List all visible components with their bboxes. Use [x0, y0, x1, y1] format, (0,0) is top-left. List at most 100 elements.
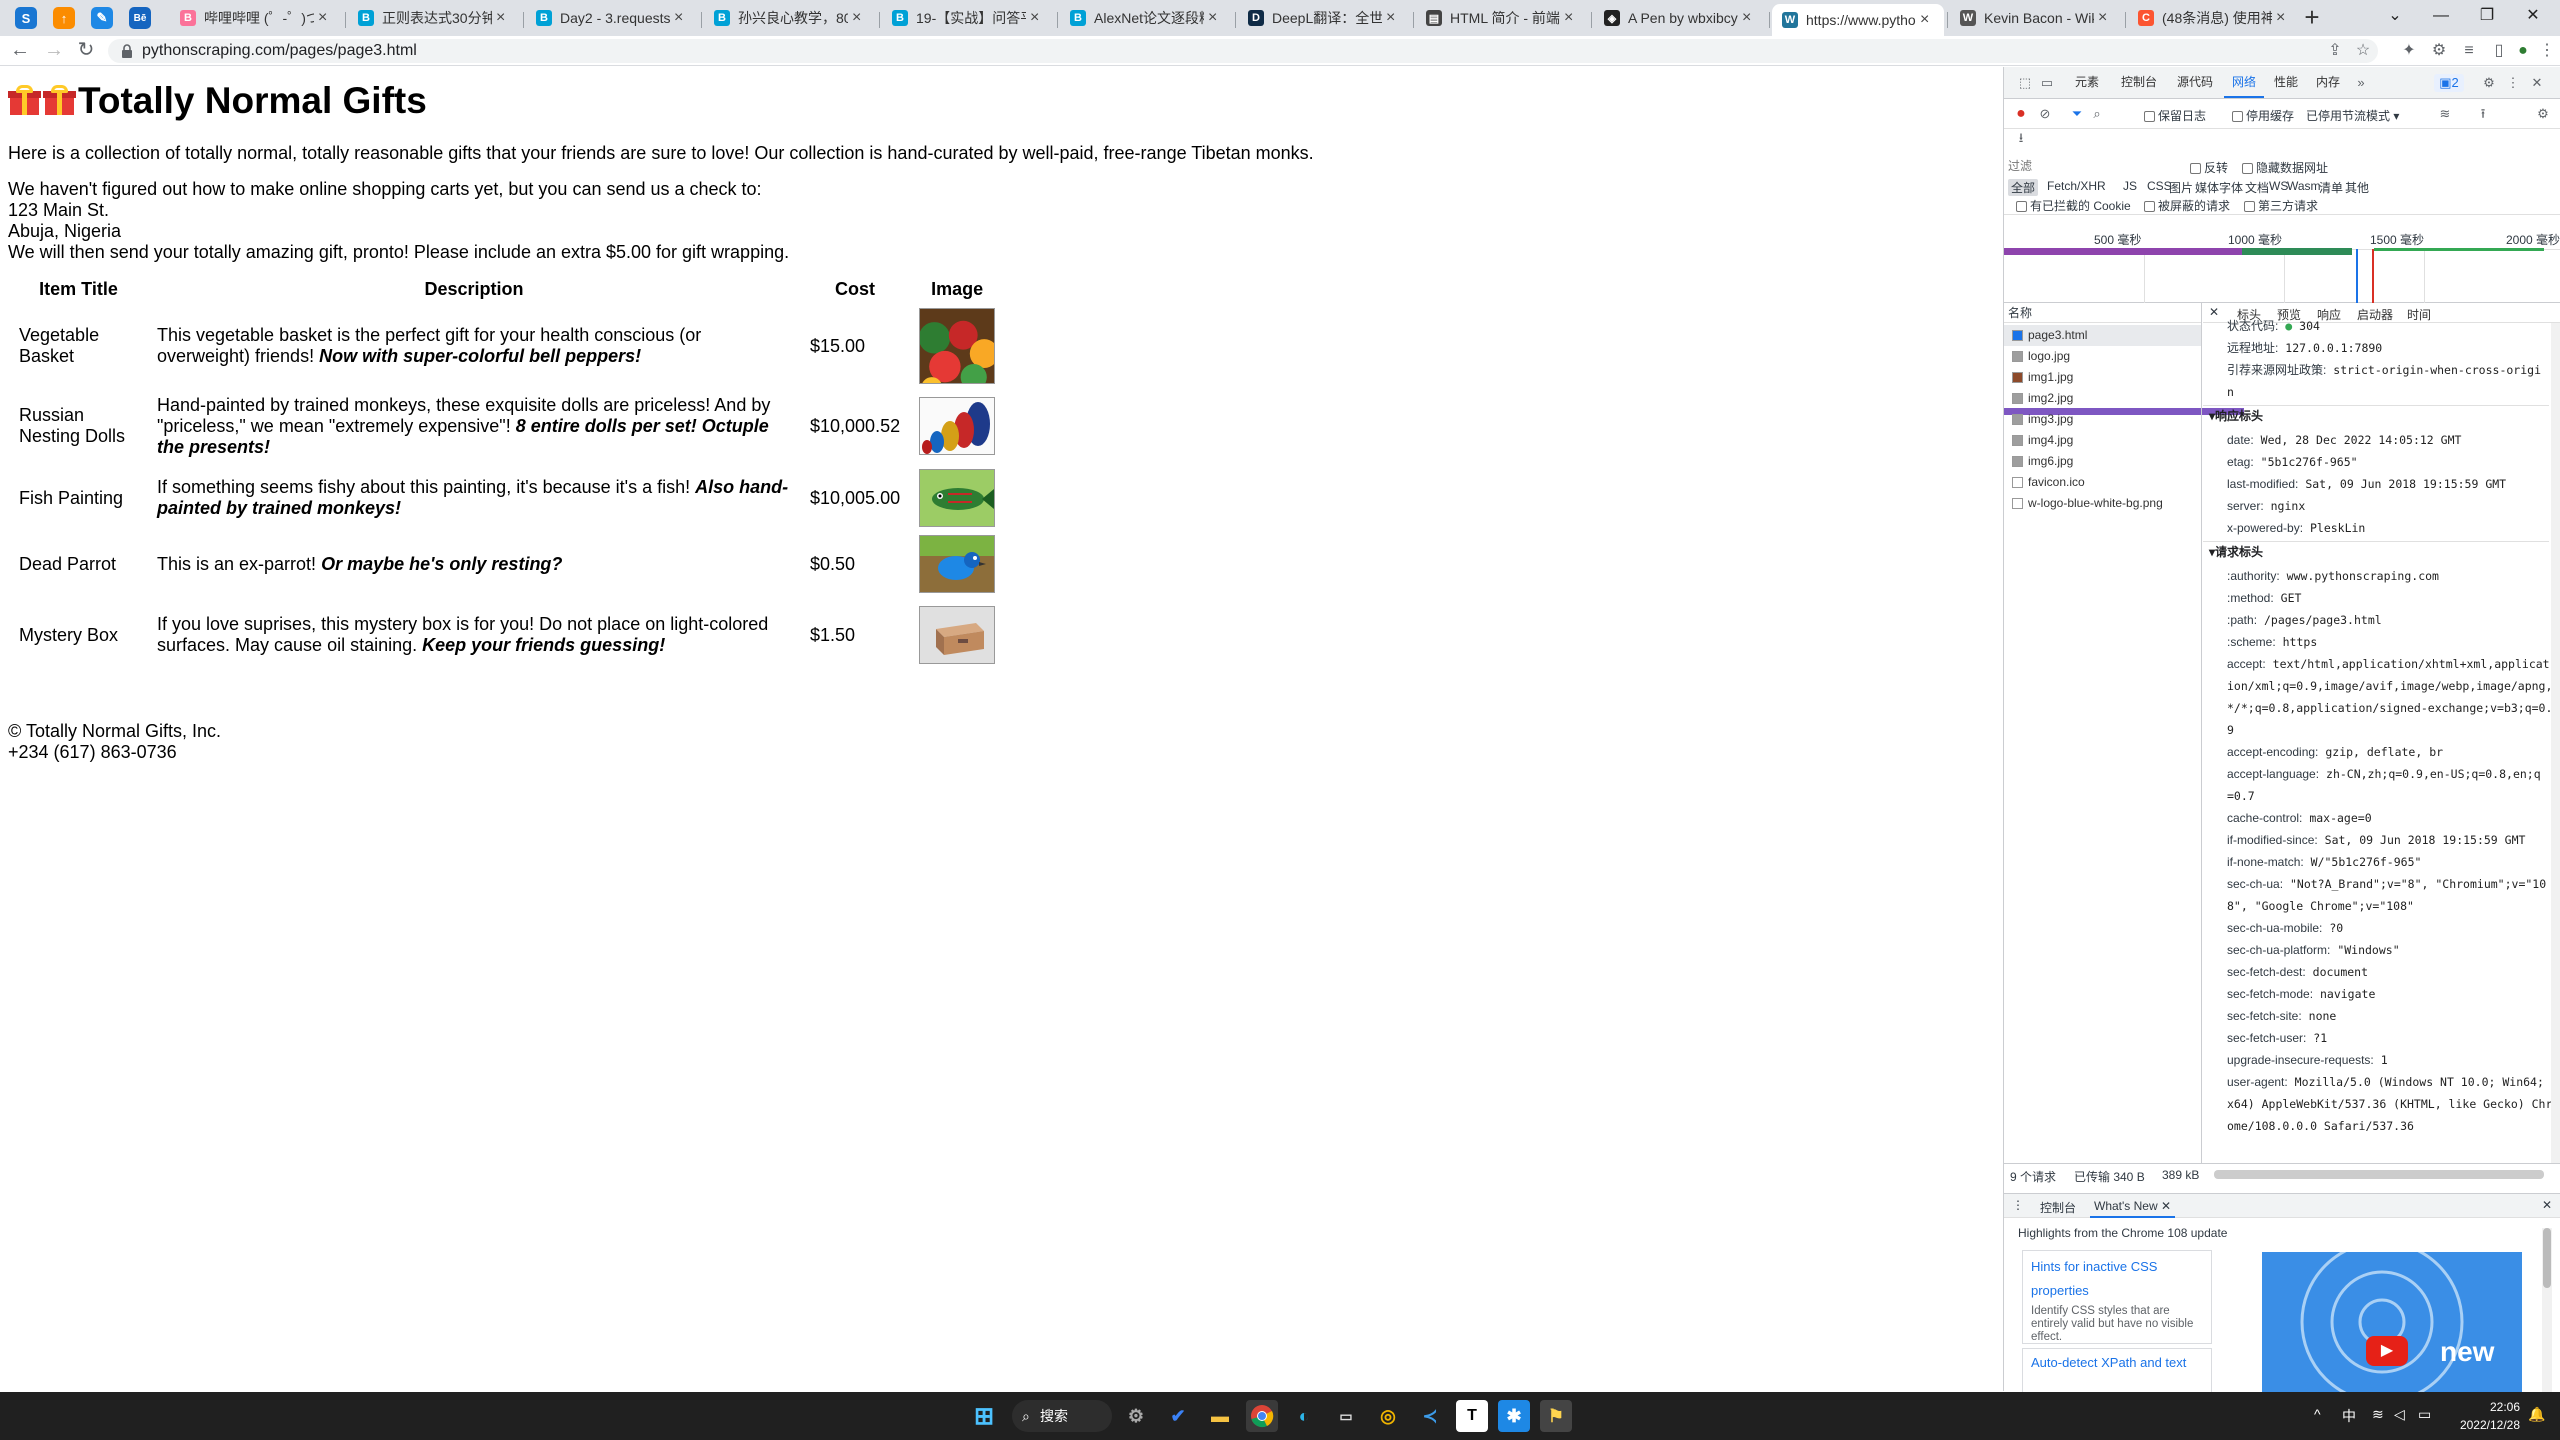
- vscode-app-icon[interactable]: ≺: [1414, 1400, 1446, 1432]
- wifi-icon[interactable]: ≋: [2372, 1406, 2384, 1423]
- devtools-tab-elements[interactable]: 元素: [2064, 67, 2110, 98]
- close-tab-icon[interactable]: ✕: [2161, 1199, 2171, 1213]
- resource-type-filter[interactable]: 全部: [2008, 179, 2039, 196]
- detail-tab-timing[interactable]: 时间: [2407, 306, 2431, 323]
- drawer-scrollbar[interactable]: [2542, 1228, 2552, 1392]
- tab-search-button[interactable]: ⌄: [2372, 2, 2418, 32]
- browser-tab[interactable]: D DeepL翻译：全世界×: [1238, 4, 1410, 32]
- throttle-select[interactable]: 已停用节流模式 ▾: [2306, 107, 2399, 124]
- preserve-log-checkbox[interactable]: 保留日志: [2144, 107, 2206, 124]
- devtools-tab-console[interactable]: 控制台: [2112, 67, 2166, 98]
- address-bar[interactable]: pythonscraping.com/pages/page3.html ⇪ ☆: [108, 39, 2378, 63]
- bookmark-star-icon[interactable]: ☆: [2352, 40, 2374, 62]
- resource-type-filter[interactable]: 其他: [2342, 179, 2372, 196]
- profile-avatar-icon[interactable]: ●: [2512, 40, 2534, 62]
- browser-tab[interactable]: ◈ A Pen by wbxibcy ×: [1594, 4, 1766, 32]
- pinned-tab-notes[interactable]: ✎: [88, 4, 116, 32]
- network-request-row[interactable]: img3.jpg: [2004, 409, 2201, 430]
- drawer-tab-console[interactable]: 控制台: [2040, 1199, 2076, 1216]
- restore-button[interactable]: ❐: [2464, 2, 2510, 32]
- devtools-tab-memory[interactable]: 内存: [2308, 67, 2348, 98]
- browser-tab[interactable]: Whttps://www.python ×: [1772, 4, 1944, 36]
- network-overview-timeline[interactable]: 500 毫秒 1000 毫秒 1500 毫秒 2000 毫秒: [2004, 227, 2560, 415]
- issues-badge[interactable]: ▣2: [2434, 74, 2464, 92]
- blocked-requests-checkbox[interactable]: 被屏蔽的请求: [2144, 197, 2230, 214]
- close-tab-icon[interactable]: ×: [1564, 9, 1578, 27]
- devtools-tab-network[interactable]: 网络: [2224, 67, 2264, 98]
- close-tab-icon[interactable]: ×: [1030, 9, 1044, 27]
- record-icon[interactable]: ●: [2012, 105, 2030, 123]
- kebab-menu-icon[interactable]: ⋮: [2504, 74, 2522, 92]
- inspect-element-icon[interactable]: ⬚: [2016, 74, 2034, 92]
- whats-new-card[interactable]: Hints for inactive CSS properties Identi…: [2022, 1250, 2212, 1344]
- close-window-button[interactable]: ✕: [2510, 2, 2556, 32]
- device-toolbar-icon[interactable]: ▭: [2038, 74, 2056, 92]
- resource-type-filter[interactable]: JS: [2120, 179, 2140, 193]
- network-request-row[interactable]: favicon.ico: [2004, 472, 2201, 493]
- extensions-icon[interactable]: ✦: [2398, 40, 2420, 62]
- battery-icon[interactable]: ▭: [2418, 1406, 2431, 1423]
- file-explorer-icon[interactable]: ▬: [1204, 1400, 1236, 1432]
- network-conditions-icon[interactable]: ≋: [2436, 105, 2454, 123]
- forward-arrow-icon[interactable]: →: [42, 39, 66, 63]
- anaconda-app-icon[interactable]: ◎: [1372, 1400, 1404, 1432]
- close-tab-icon[interactable]: ×: [496, 9, 510, 27]
- pinned-tab-behance[interactable]: Bē: [126, 4, 154, 32]
- import-har-icon[interactable]: ⭱: [2474, 105, 2492, 123]
- export-har-icon[interactable]: ⭳: [2012, 129, 2030, 147]
- reload-icon[interactable]: ↻: [74, 39, 98, 63]
- terminal-app-icon[interactable]: ▭: [1330, 1400, 1362, 1432]
- hide-data-urls-checkbox[interactable]: 隐藏数据网址: [2242, 159, 2328, 176]
- close-tab-icon[interactable]: ×: [2098, 9, 2112, 27]
- whats-new-card[interactable]: Auto-detect XPath and text: [2022, 1348, 2212, 1392]
- close-devtools-icon[interactable]: ✕: [2528, 74, 2546, 92]
- extension-puzzle-icon[interactable]: ⚙: [2428, 40, 2450, 62]
- filter-funnel-icon[interactable]: ⏷: [2068, 105, 2086, 123]
- filter-input[interactable]: [2008, 157, 2178, 175]
- response-headers-section[interactable]: ▾响应标头: [2209, 407, 2263, 424]
- tray-overflow-icon[interactable]: ^: [2314, 1406, 2321, 1422]
- devtools-tab-performance[interactable]: 性能: [2266, 67, 2306, 98]
- network-request-row[interactable]: logo.jpg: [2004, 346, 2201, 367]
- browser-tab[interactable]: B 正则表达式30分钟入门×: [348, 4, 520, 32]
- close-tab-icon[interactable]: ×: [2276, 9, 2290, 27]
- windows-start-icon[interactable]: ⊞: [968, 1400, 1000, 1432]
- video-thumbnail[interactable]: ▶ new: [2262, 1252, 2522, 1392]
- detail-tab-response[interactable]: 响应: [2317, 306, 2341, 323]
- close-drawer-icon[interactable]: ✕: [2542, 1198, 2552, 1212]
- settings-app-icon[interactable]: ⚙: [1120, 1400, 1152, 1432]
- drawer-tab-whats-new[interactable]: What's New ✕: [2090, 1194, 2176, 1218]
- new-tab-button[interactable]: +: [2298, 4, 2326, 32]
- close-tab-icon[interactable]: ×: [674, 9, 688, 27]
- browser-tab[interactable]: B AlexNet论文逐段精读×: [1060, 4, 1232, 32]
- invert-checkbox[interactable]: 反转: [2190, 159, 2228, 176]
- settings-gear-icon[interactable]: ⚙: [2480, 74, 2498, 92]
- volume-icon[interactable]: ◁: [2394, 1406, 2405, 1423]
- card-title-link[interactable]: Auto-detect XPath and text: [2031, 1355, 2186, 1370]
- network-request-row[interactable]: img6.jpg: [2004, 451, 2201, 472]
- horizontal-scrollbar[interactable]: [2214, 1170, 2544, 1179]
- browser-tab[interactable]: C (48条消息) 使用神经×: [2128, 4, 2300, 32]
- third-party-checkbox[interactable]: 第三方请求: [2244, 197, 2318, 214]
- blocked-cookies-checkbox[interactable]: 有已拦截的 Cookie: [2016, 197, 2131, 214]
- back-arrow-icon[interactable]: ←: [8, 39, 32, 63]
- name-column-header[interactable]: 名称: [2004, 303, 2201, 323]
- side-panel-icon[interactable]: ▯: [2488, 40, 2510, 62]
- utility-app-icon[interactable]: ⚑: [1540, 1400, 1572, 1432]
- search-icon[interactable]: ⌕: [2088, 105, 2106, 123]
- browser-tab[interactable]: W Kevin Bacon - Wiki ×: [1950, 4, 2122, 32]
- pinned-app-icon[interactable]: ✱: [1498, 1400, 1530, 1432]
- close-tab-icon[interactable]: ×: [318, 9, 332, 27]
- typora-app-icon[interactable]: T: [1456, 1400, 1488, 1432]
- chrome-menu-icon[interactable]: ⋮: [2536, 40, 2558, 62]
- detail-tab-initiator[interactable]: 启动器: [2357, 306, 2393, 323]
- request-headers-section[interactable]: ▾请求标头: [2209, 543, 2263, 560]
- pinned-tab-sogou[interactable]: ↑: [50, 4, 78, 32]
- network-request-row[interactable]: img2.jpg: [2004, 388, 2201, 409]
- browser-tab[interactable]: B 19-【实战】问答平台×: [882, 4, 1054, 32]
- close-detail-icon[interactable]: ✕: [2209, 305, 2219, 319]
- more-tabs-icon[interactable]: »: [2352, 74, 2370, 92]
- network-request-row[interactable]: img1.jpg: [2004, 367, 2201, 388]
- media-control-icon[interactable]: ≡: [2458, 40, 2480, 62]
- browser-tab[interactable]: B Day2 - 3.requests模块×: [526, 4, 698, 32]
